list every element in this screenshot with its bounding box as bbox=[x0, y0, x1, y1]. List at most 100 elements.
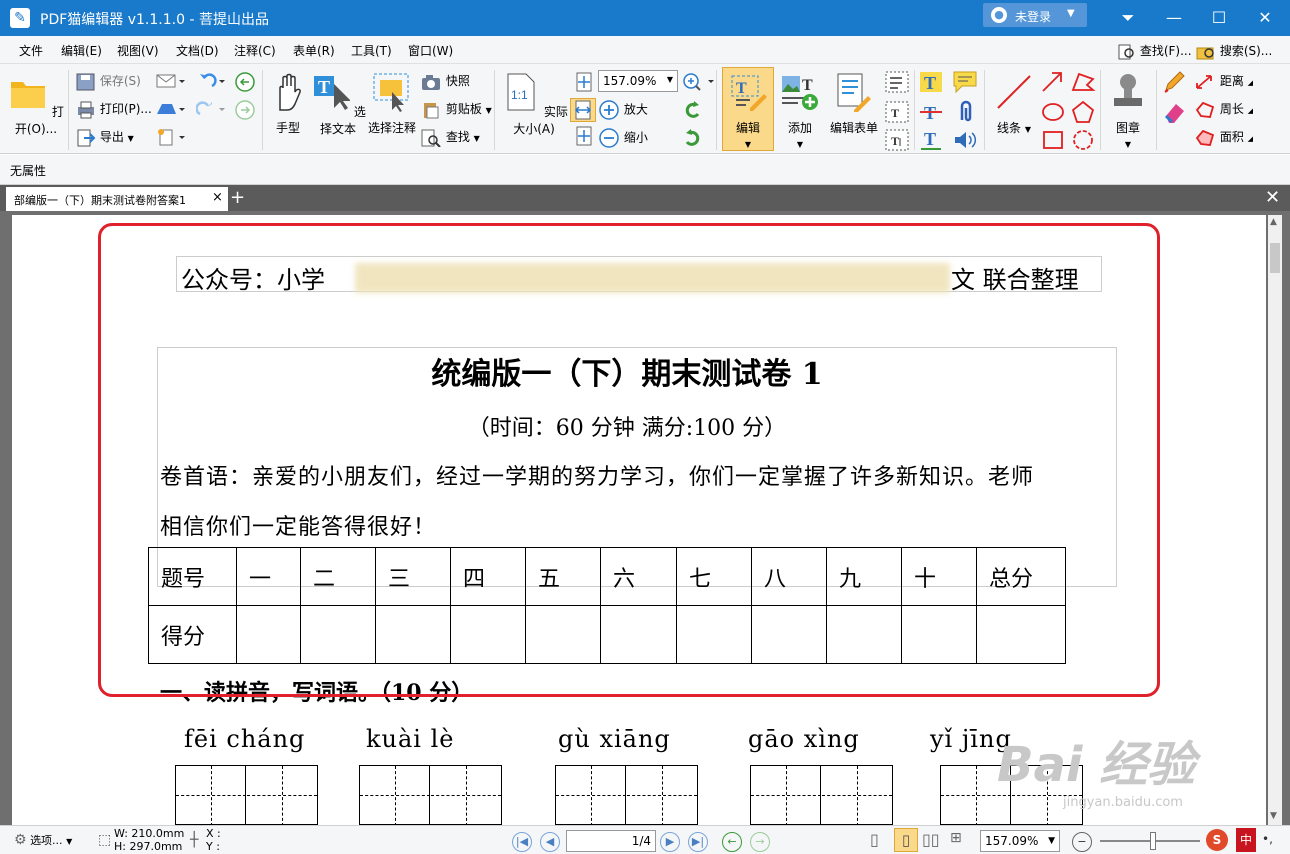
rotate-left-button[interactable] bbox=[682, 100, 704, 120]
new-button[interactable] bbox=[156, 128, 186, 146]
back-button[interactable] bbox=[234, 72, 256, 92]
distance-button[interactable]: 距离 ◢ bbox=[1194, 72, 1253, 91]
forward-view-button[interactable]: → bbox=[750, 832, 770, 852]
check-field-button[interactable]: T bbox=[884, 100, 910, 124]
arrow-tool-button[interactable] bbox=[1040, 70, 1066, 94]
search-menu-button[interactable]: 搜索(S)... bbox=[1196, 42, 1272, 60]
perimeter-button[interactable]: 周长 ◢ bbox=[1194, 100, 1253, 119]
print-button[interactable]: 打印(P)... bbox=[76, 100, 152, 119]
menu-comment[interactable]: 注释(C) bbox=[234, 42, 276, 59]
punctuation-icon[interactable]: •, bbox=[1262, 832, 1273, 846]
save-button[interactable]: 保存(S) bbox=[76, 72, 141, 91]
text-field-button[interactable] bbox=[884, 70, 910, 94]
last-page-button[interactable]: ▶| bbox=[688, 832, 708, 852]
sogou-icon[interactable]: S bbox=[1206, 829, 1228, 851]
zoom-out-status-button[interactable]: − bbox=[1072, 832, 1092, 852]
zoom-slider-knob[interactable] bbox=[1150, 832, 1156, 850]
scroll-thumb[interactable] bbox=[1270, 243, 1280, 273]
zoom-in-button[interactable]: 放大 bbox=[598, 100, 648, 120]
zoom-combo[interactable]: 157.09% ▼ bbox=[598, 70, 678, 92]
export-button[interactable]: 导出 ▼ bbox=[76, 128, 134, 147]
close-window-button[interactable]: ✕ bbox=[1249, 4, 1281, 32]
fit-page-button[interactable] bbox=[574, 72, 594, 92]
ime-mode-indicator[interactable]: 中 bbox=[1236, 828, 1256, 852]
zoom-slider[interactable] bbox=[1100, 832, 1200, 850]
strikeout-button[interactable]: T bbox=[918, 100, 944, 124]
document-viewer[interactable]: 公众号：小学 文 联合整理 统编版一（下）期末测试卷 1 （时间：60 分钟 满… bbox=[0, 211, 1290, 825]
pencil-tool-button[interactable] bbox=[1162, 70, 1188, 94]
select-annotation-button[interactable]: 选择注释 bbox=[366, 72, 418, 136]
maximize-button[interactable]: ☐ bbox=[1203, 4, 1235, 32]
hand-tool-button[interactable]: 手型 bbox=[268, 72, 308, 136]
first-page-button[interactable]: |◀ bbox=[512, 832, 532, 852]
open-button[interactable]: 打开(O)... bbox=[8, 72, 64, 137]
scroll-up-icon[interactable]: ▲ bbox=[1270, 217, 1277, 227]
fit-width-button[interactable] bbox=[570, 98, 596, 122]
options-button[interactable]: ⚙ 选项... ▼ bbox=[14, 832, 72, 848]
actual-size-button[interactable]: 1:1 实际大小(A) bbox=[498, 72, 570, 137]
menu-file[interactable]: 文件 bbox=[19, 42, 43, 59]
ribbon-toggle-icon[interactable]: ⏷ bbox=[1112, 4, 1144, 32]
back-view-button[interactable]: ← bbox=[722, 832, 742, 852]
select-text-button[interactable]: T 选择文本 bbox=[310, 72, 366, 137]
rotate-right-button[interactable] bbox=[682, 128, 704, 148]
eraser-tool-button[interactable] bbox=[1162, 100, 1188, 124]
document-tab[interactable]: 部编版一（下）期末测试卷附答案1 × bbox=[6, 187, 228, 211]
zoom-select[interactable]: 157.09% ▼ bbox=[980, 830, 1060, 852]
menu-edit[interactable]: 编辑(E) bbox=[61, 42, 102, 59]
email-button[interactable] bbox=[156, 72, 186, 90]
continuous-view-icon[interactable]: ▯ bbox=[894, 828, 918, 852]
next-page-button[interactable]: ▶ bbox=[660, 832, 680, 852]
ellipse-icon bbox=[1042, 103, 1064, 121]
redo-button[interactable] bbox=[196, 100, 226, 118]
fit-visible-button[interactable] bbox=[574, 126, 594, 146]
add-button[interactable]: T 添加 ▼ bbox=[776, 72, 824, 150]
edit-button[interactable]: T 编辑 ▼ bbox=[722, 67, 774, 151]
close-document-icon[interactable]: ✕ bbox=[1265, 187, 1280, 208]
menu-form[interactable]: 表单(R) bbox=[293, 42, 335, 59]
undo-button[interactable] bbox=[196, 72, 226, 90]
menu-tools[interactable]: 工具(T) bbox=[351, 42, 392, 59]
menu-window[interactable]: 窗口(W) bbox=[408, 42, 453, 59]
scroll-down-icon[interactable]: ▼ bbox=[1270, 811, 1277, 821]
find-button[interactable]: 查找 ▼ bbox=[420, 128, 480, 147]
close-tab-icon[interactable]: × bbox=[212, 190, 223, 205]
facing-view-icon[interactable]: ▯▯ bbox=[922, 830, 940, 849]
previous-page-button[interactable]: ◀ bbox=[540, 832, 560, 852]
area-button[interactable]: 面积 ◢ bbox=[1194, 128, 1253, 147]
single-page-view-icon[interactable]: ▯ bbox=[870, 830, 879, 849]
vertical-scrollbar[interactable]: ▲ ▼ bbox=[1268, 215, 1282, 825]
page-number-input[interactable]: 1/4 bbox=[566, 830, 656, 852]
options-label: 选项... bbox=[30, 834, 63, 847]
clipboard-button[interactable]: 剪贴板 ▼ bbox=[420, 100, 492, 119]
zoom-out-button[interactable]: 缩小 bbox=[598, 128, 648, 148]
menu-view[interactable]: 视图(V) bbox=[117, 42, 159, 59]
lines-button[interactable]: 线条 ▼ bbox=[988, 72, 1040, 136]
polygon-tool-button[interactable] bbox=[1070, 100, 1096, 124]
writing-grid bbox=[359, 765, 502, 825]
scanner-button[interactable] bbox=[156, 100, 186, 118]
note-button[interactable] bbox=[952, 70, 978, 94]
sound-button[interactable] bbox=[952, 128, 978, 152]
menu-document[interactable]: 文档(D) bbox=[176, 42, 219, 59]
edit-form-button[interactable]: 编辑表单 bbox=[828, 72, 880, 136]
search-folder-icon bbox=[1196, 47, 1214, 59]
cloud-tool-button[interactable] bbox=[1070, 128, 1096, 152]
snapshot-button[interactable]: 快照 bbox=[420, 72, 470, 91]
login-button[interactable]: ● 未登录 ▼ bbox=[983, 3, 1087, 27]
rectangle-tool-button[interactable] bbox=[1040, 128, 1066, 152]
stamp-button[interactable]: 图章 ▼ bbox=[1104, 72, 1152, 150]
pdf-page[interactable]: 公众号：小学 文 联合整理 统编版一（下）期末测试卷 1 （时间：60 分钟 满… bbox=[12, 215, 1266, 825]
list-field-button[interactable]: T bbox=[884, 128, 910, 152]
minimize-button[interactable]: — bbox=[1158, 4, 1190, 32]
polyline-tool-button[interactable] bbox=[1070, 70, 1096, 94]
zoom-dropdown-button[interactable] bbox=[682, 72, 718, 92]
new-tab-button[interactable]: + bbox=[230, 187, 245, 208]
ellipse-tool-button[interactable] bbox=[1040, 100, 1066, 124]
forward-button[interactable] bbox=[234, 100, 256, 120]
underline-button[interactable]: T bbox=[918, 128, 944, 152]
find-menu-button[interactable]: 查找(F)... bbox=[1118, 42, 1192, 60]
continuous-facing-icon[interactable]: ⊞ bbox=[950, 830, 962, 846]
highlight-text-button[interactable]: T bbox=[918, 70, 944, 94]
attach-button[interactable] bbox=[952, 100, 978, 124]
